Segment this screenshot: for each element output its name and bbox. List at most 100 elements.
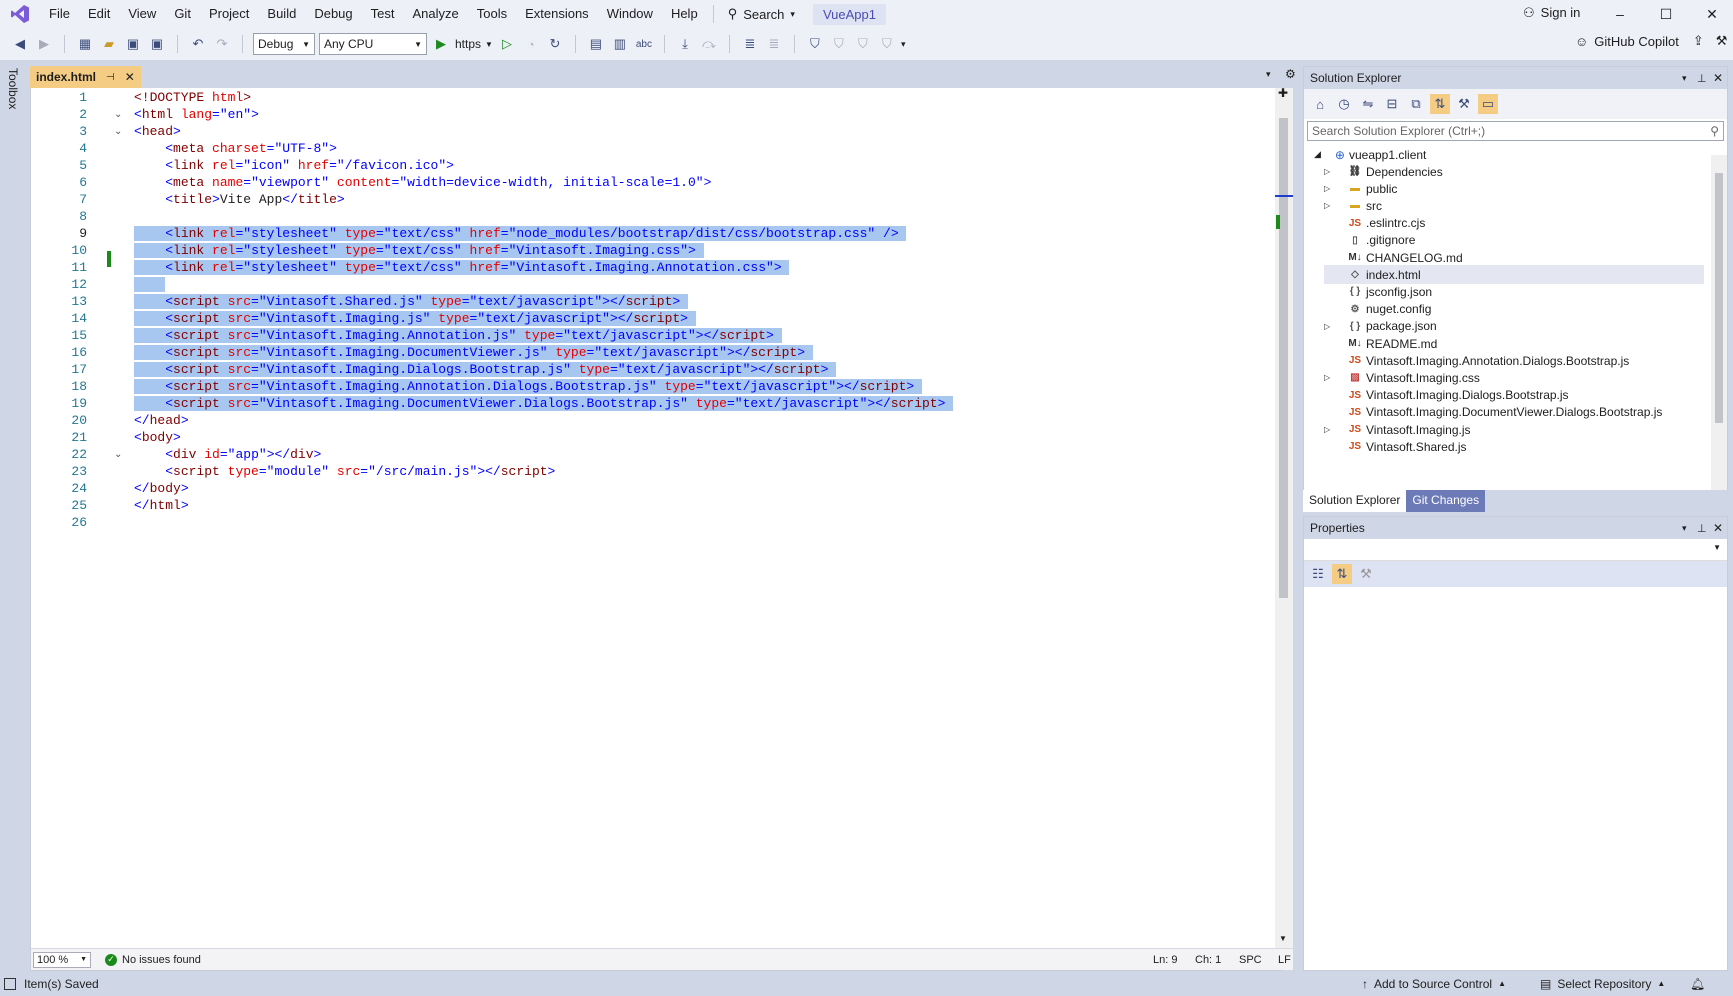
tree-item[interactable]: { } jsconfig.json (1324, 282, 1704, 301)
new-project-icon[interactable]: ▦ (75, 34, 95, 54)
tree-item[interactable]: JS Vintasoft.Shared.js (1324, 437, 1704, 456)
tab-list-dropdown-icon[interactable]: ▾ (1266, 69, 1271, 80)
code-line[interactable]: <link rel="icon" href="/favicon.ico"> (134, 157, 454, 174)
feedback-icon[interactable]: ⚒ (1716, 33, 1728, 49)
tree-item[interactable]: M↓ README.md (1324, 334, 1704, 353)
menu-debug[interactable]: Debug (305, 0, 361, 28)
code-line[interactable]: <html lang="en"> (134, 106, 259, 123)
alphabetical-icon[interactable]: ⇅ (1332, 564, 1352, 584)
menu-build[interactable]: Build (258, 0, 305, 28)
save-icon[interactable]: ▣ (123, 34, 143, 54)
property-pages-icon[interactable]: ⚒ (1356, 564, 1376, 584)
uncomment-icon[interactable]: ≣ (764, 34, 784, 54)
settings-gear-icon[interactable]: ⚙ (1285, 67, 1296, 81)
next-bookmark-icon[interactable]: ⛉ (853, 34, 873, 54)
restart-icon[interactable]: ↻ (545, 34, 565, 54)
menu-edit[interactable]: Edit (79, 0, 119, 28)
code-line[interactable]: <div id="app"></div> (134, 446, 321, 463)
code-line[interactable]: <link rel="stylesheet" type="text/css" h… (134, 259, 790, 276)
sync-icon[interactable]: ⇋ (1358, 94, 1378, 114)
preview-icon[interactable]: ▭ (1478, 94, 1498, 114)
code-line[interactable]: <link rel="stylesheet" type="text/css" h… (134, 242, 704, 259)
expand-chevron-icon[interactable]: ▷ (1324, 201, 1338, 210)
github-copilot-button[interactable]: ☺ GitHub Copilot ⇪ ⚒ (1575, 33, 1727, 49)
vertical-scrollbar[interactable]: ✚ ▼ (1275, 86, 1293, 948)
expand-chevron-icon[interactable]: ▷ (1324, 184, 1338, 193)
panel-options-icon[interactable]: ▾ (1682, 73, 1687, 84)
fold-toggle-icon[interactable]: ⌄ (114, 446, 122, 463)
pin-icon[interactable]: ⊥ (1697, 522, 1707, 535)
categorized-icon[interactable]: ☷ (1308, 564, 1328, 584)
expand-chevron-icon[interactable]: ▷ (1324, 322, 1338, 331)
tree-item[interactable]: ▷ { } package.json (1324, 317, 1704, 336)
tree-item[interactable]: ▷ ▨ Vintasoft.Imaging.css (1324, 368, 1704, 387)
maximize-button[interactable]: ☐ (1643, 0, 1689, 28)
code-line[interactable]: <script src="Vintasoft.Imaging.Annotatio… (134, 327, 782, 344)
open-folder-icon[interactable]: ▰ (99, 34, 119, 54)
panel-options-icon[interactable]: ▾ (1682, 523, 1687, 534)
share-icon[interactable]: ⇪ (1693, 33, 1704, 49)
tree-item[interactable]: JS Vintasoft.Imaging.DocumentViewer.Dialo… (1324, 403, 1704, 422)
scroll-down-icon[interactable]: ▼ (1279, 934, 1287, 943)
line-ending-indicator[interactable]: LF (1278, 954, 1291, 966)
code-line[interactable]: <title>Vite App</title> (134, 191, 345, 208)
code-line[interactable]: <script src="Vintasoft.Imaging.Annotatio… (134, 378, 923, 395)
tree-item[interactable]: M↓ CHANGELOG.md (1324, 248, 1704, 267)
close-icon[interactable]: ✕ (1713, 71, 1723, 85)
redo-icon[interactable]: ↷ (212, 34, 232, 54)
prev-bookmark-icon[interactable]: ⛉ (829, 34, 849, 54)
scrollbar-thumb[interactable] (1715, 173, 1723, 423)
menu-test[interactable]: Test (362, 0, 404, 28)
menu-file[interactable]: File (40, 0, 79, 28)
visual-studio-logo-icon[interactable] (0, 0, 40, 28)
tree-scrollbar[interactable] (1711, 155, 1727, 510)
scrollbar-thumb[interactable] (1279, 118, 1288, 598)
tree-item[interactable]: ▯ .gitignore (1324, 231, 1704, 250)
tree-item[interactable]: ▷ ⛓ Dependencies (1324, 162, 1704, 181)
code-line[interactable]: <!DOCTYPE html> (134, 89, 251, 106)
tree-item[interactable]: ▷ JS Vintasoft.Imaging.js (1324, 420, 1704, 439)
clear-bookmarks-icon[interactable]: ⛉ (877, 34, 897, 54)
run-target-label[interactable]: https (455, 37, 481, 51)
layout-icon[interactable]: ▥ (610, 34, 630, 54)
comment-icon[interactable]: ≣ (740, 34, 760, 54)
whitespace-indicator[interactable]: SPC (1239, 954, 1262, 966)
select-repository-button[interactable]: ▤ Select Repository ▲ (1540, 977, 1665, 991)
menu-project[interactable]: Project (200, 0, 258, 28)
tree-item[interactable]: JS Vintasoft.Imaging.Annotation.Dialogs.B… (1324, 351, 1704, 370)
code-line[interactable]: </html> (134, 497, 189, 514)
back-icon[interactable]: ◀ (10, 34, 30, 54)
solution-explorer-search-input[interactable]: Search Solution Explorer (Ctrl+;) ⚲ (1307, 121, 1724, 141)
tree-item[interactable]: ⚙ nuget.config (1324, 300, 1704, 319)
code-line[interactable]: <script src="Vintasoft.Imaging.Dialogs.B… (134, 361, 837, 378)
object-select[interactable]: ▼ (1304, 539, 1727, 561)
menu-window[interactable]: Window (598, 0, 662, 28)
split-icon[interactable]: ✚ (1278, 86, 1288, 100)
tab-solution-explorer[interactable]: Solution Explorer (1303, 490, 1407, 512)
expand-chevron-icon[interactable]: ▷ (1324, 373, 1338, 382)
history-icon[interactable]: ◷ (1334, 94, 1354, 114)
switch-views-icon[interactable]: ⇅ (1430, 94, 1450, 114)
start-without-debugging-icon[interactable]: ▷ (497, 34, 517, 54)
menu-view[interactable]: View (119, 0, 165, 28)
pin-icon[interactable]: ⊥ (1697, 72, 1707, 85)
code-line[interactable]: <script src="Vintasoft.Imaging.DocumentV… (134, 344, 813, 361)
issues-status[interactable]: No issues found (122, 954, 201, 966)
code-line[interactable]: </head> (134, 412, 189, 429)
properties-icon[interactable]: ⚒ (1454, 94, 1474, 114)
forward-icon[interactable]: ▶ (34, 34, 54, 54)
spellcheck-icon[interactable]: abc (634, 34, 654, 54)
code-line[interactable]: <script src="Vintasoft.Imaging.js" type=… (134, 310, 696, 327)
tree-item[interactable]: ▷ ▬ public (1324, 179, 1704, 198)
notifications-bell-icon[interactable]: 🔔︎ (1690, 977, 1705, 991)
tab-index-html[interactable]: index.html ⊣ ✕ (30, 66, 141, 88)
step-into-icon[interactable]: ⤓ (675, 34, 695, 54)
undo-icon[interactable]: ↶ (188, 34, 208, 54)
minimize-button[interactable]: – (1597, 0, 1643, 28)
start-debugging-icon[interactable]: ▶ (431, 34, 451, 54)
fold-toggle-icon[interactable]: ⌄ (114, 123, 122, 140)
fold-toggle-icon[interactable]: ⌄ (114, 106, 122, 123)
home-icon[interactable]: ⌂ (1310, 94, 1330, 114)
code-line[interactable]: <body> (134, 429, 181, 446)
close-icon[interactable]: ✕ (125, 70, 135, 84)
